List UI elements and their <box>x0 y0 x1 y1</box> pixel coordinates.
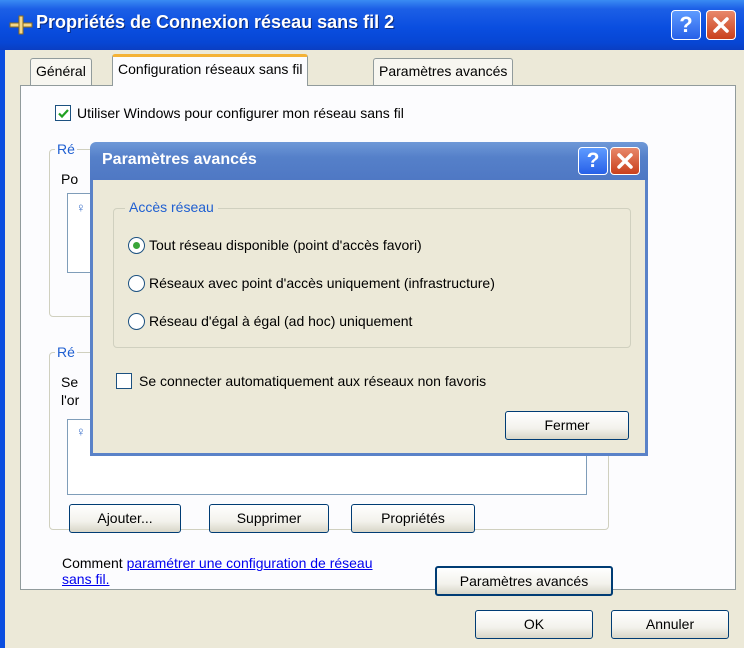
advanced-settings-button[interactable]: Paramètres avancés <box>435 566 613 596</box>
ok-button-label: OK <box>523 616 545 632</box>
tab-general-label: Général <box>36 63 86 79</box>
radio-any-network-label: Tout réseau disponible (point d'accès fa… <box>149 237 422 253</box>
remove-button[interactable]: Supprimer <box>209 504 329 533</box>
radio-any-network[interactable] <box>128 237 145 254</box>
help-button[interactable]: ? <box>671 10 701 40</box>
available-networks-title: Ré <box>55 141 77 157</box>
preferred-networks-text-1: Se <box>61 374 79 390</box>
help-text: Comment paramétrer une configuration de … <box>62 555 402 587</box>
close-button[interactable] <box>706 10 736 40</box>
wireless-network-icon: ♀ <box>76 200 86 215</box>
auto-connect-label: Se connecter automatiquement aux réseaux… <box>139 373 487 389</box>
cancel-button[interactable]: Annuler <box>611 610 729 639</box>
radio-selected-dot <box>133 242 140 249</box>
dialog-title: Paramètres avancés <box>102 151 257 168</box>
help-prefix: Comment <box>62 555 127 571</box>
window-titlebar[interactable]: Propriétés de Connexion réseau sans fil … <box>0 0 744 50</box>
properties-button[interactable]: Propriétés <box>351 504 475 533</box>
remove-button-label: Supprimer <box>236 510 302 526</box>
auto-connect-checkbox[interactable] <box>116 373 132 389</box>
radio-infrastructure-label: Réseaux avec point d'accès uniquement (i… <box>149 275 495 291</box>
wireless-network-icon: ♀ <box>76 424 86 439</box>
dialog-titlebar[interactable]: Paramètres avancés ? <box>90 142 648 180</box>
close-icon <box>713 17 729 33</box>
help-icon: ? <box>586 149 600 172</box>
use-windows-label: Utiliser Windows pour configurer mon rés… <box>77 105 404 121</box>
preferred-networks-title: Ré <box>55 344 77 360</box>
radio-infrastructure[interactable] <box>128 275 145 292</box>
help-icon: ? <box>679 12 693 37</box>
ok-button[interactable]: OK <box>475 610 593 639</box>
dialog-body: Accès réseau Tout réseau disponible (poi… <box>90 180 648 456</box>
close-dialog-button-label: Fermer <box>544 417 590 433</box>
cancel-button-label: Annuler <box>645 616 695 632</box>
tab-advanced[interactable]: Paramètres avancés <box>373 58 514 85</box>
tab-wireless-config-label: Configuration réseaux sans fil <box>118 61 303 77</box>
advanced-settings-button-label: Paramètres avancés <box>459 573 589 589</box>
advanced-settings-dialog: Paramètres avancés ? Accès réseau Tout r… <box>90 142 648 456</box>
use-windows-checkbox[interactable] <box>55 105 71 121</box>
add-button[interactable]: Ajouter... <box>69 504 181 533</box>
tab-wireless-config[interactable]: Configuration réseaux sans fil <box>112 54 309 86</box>
close-icon <box>617 153 633 169</box>
checkmark-icon <box>58 109 69 119</box>
preferred-networks-text-2: l'or <box>61 392 80 408</box>
tab-general[interactable]: Général <box>30 58 92 85</box>
network-connection-icon <box>8 14 34 36</box>
radio-adhoc[interactable] <box>128 313 145 330</box>
radio-adhoc-label: Réseau d'égal à égal (ad hoc) uniquement <box>149 313 413 329</box>
properties-window: Propriétés de Connexion réseau sans fil … <box>0 0 744 648</box>
window-title: Propriétés de Connexion réseau sans fil … <box>36 12 395 32</box>
available-networks-text: Po <box>61 171 79 187</box>
dialog-close-button[interactable] <box>610 147 640 175</box>
tab-advanced-label: Paramètres avancés <box>379 63 508 79</box>
dialog-help-button[interactable]: ? <box>578 147 608 175</box>
window-border <box>0 50 5 648</box>
network-access-title: Accès réseau <box>125 199 218 215</box>
close-dialog-button[interactable]: Fermer <box>505 411 629 440</box>
add-button-label: Ajouter... <box>97 510 153 526</box>
properties-button-label: Propriétés <box>381 510 445 526</box>
